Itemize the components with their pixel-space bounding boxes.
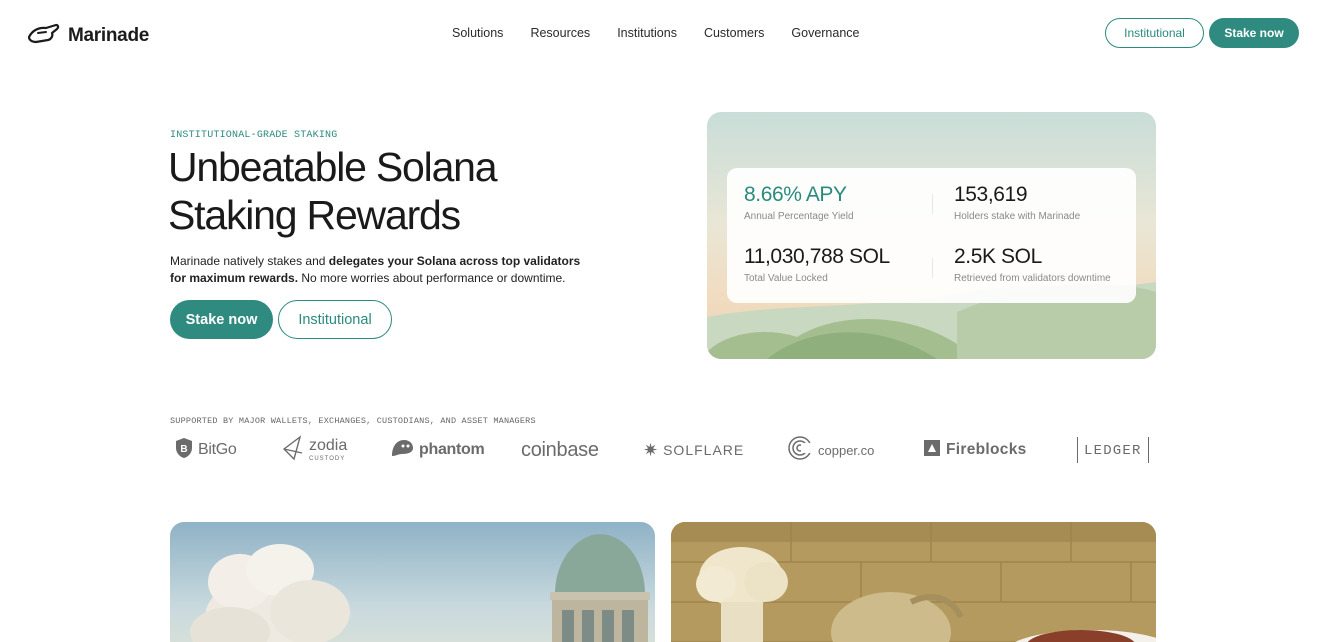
- zodia-subname: CUSTODY: [309, 456, 346, 462]
- nav-stake-now-button[interactable]: Stake now: [1209, 18, 1299, 48]
- partners-caption: SUPPORTED BY MAJOR WALLETS, EXCHANGES, C…: [170, 416, 536, 426]
- top-nav: Marinade Solutions Resources Institution…: [0, 0, 1325, 68]
- stat-tvl-value: 11,030,788 SOL: [744, 245, 890, 268]
- phantom-name: phantom: [419, 441, 485, 458]
- feature-card-chef[interactable]: [671, 522, 1156, 642]
- stat-holders-label: Holders stake with Marinade: [954, 211, 1081, 222]
- coinbase-name: coinbase: [521, 438, 599, 461]
- nav-link-institutions[interactable]: Institutions: [617, 26, 677, 40]
- nav-institutional-button[interactable]: Institutional: [1105, 18, 1204, 48]
- stat-apy-label: Annual Percentage Yield: [744, 211, 854, 222]
- brand-name: Marinade: [68, 24, 150, 46]
- feature-card-sky-dome[interactable]: [170, 522, 655, 642]
- stats-panel: 8.66% APY Annual Percentage Yield 153,61…: [727, 168, 1136, 303]
- phantom-ghost-icon: [390, 438, 414, 463]
- bitgo-name: BitGo: [198, 441, 237, 458]
- partner-phantom: phantom: [390, 434, 485, 466]
- sky-dome-illustration: [170, 522, 655, 642]
- stat-retrieved-label: Retrieved from validators downtime: [954, 273, 1111, 284]
- stat-holders-value: 153,619: [954, 183, 1028, 206]
- bitgo-shield-icon: B: [175, 437, 193, 464]
- partner-logos: B BitGo zodia CUSTODY phantom coinbase ✷…: [170, 434, 1155, 466]
- stat-retrieved-value: 2.5K SOL: [954, 245, 1042, 268]
- nav-link-solutions[interactable]: Solutions: [452, 26, 503, 40]
- ledger-name: LEDGER: [1084, 443, 1142, 459]
- hero-institutional-button[interactable]: Institutional: [278, 300, 392, 339]
- desc-text-2: No more worries about performance or dow…: [298, 271, 566, 285]
- partner-solflare: ✷ SOLFLARE: [643, 434, 744, 466]
- desc-text-1: Marinade natively stakes and: [170, 254, 329, 268]
- stat-tvl-label: Total Value Locked: [744, 273, 828, 284]
- solflare-star-icon: ✷: [643, 439, 659, 460]
- stat-apy-value: 8.66% APY: [744, 183, 847, 206]
- stat-holders: 153,619 Holders stake with Marinade: [954, 183, 1080, 222]
- hero-stake-now-button[interactable]: Stake now: [170, 300, 273, 339]
- nav-links: Solutions Resources Institutions Custome…: [452, 26, 887, 40]
- nav-link-customers[interactable]: Customers: [704, 26, 764, 40]
- stat-apy: 8.66% APY Annual Percentage Yield: [744, 183, 854, 222]
- hero-description: Marinade natively stakes and delegates y…: [170, 253, 590, 287]
- fireblocks-name: Fireblocks: [946, 441, 1027, 458]
- brand-logo[interactable]: Marinade: [26, 21, 149, 50]
- partner-copper: copper.co: [787, 434, 874, 466]
- chef-illustration: [671, 522, 1156, 642]
- solflare-name: SOLFLARE: [663, 442, 745, 458]
- stat-retrieved: 2.5K SOL Retrieved from validators downt…: [954, 245, 1111, 284]
- zodia-triangle-icon: [282, 434, 304, 466]
- ledger-frame-icon: LEDGER: [1077, 437, 1149, 463]
- partner-bitgo: B BitGo: [175, 434, 237, 466]
- partner-zodia: zodia CUSTODY: [282, 434, 347, 466]
- hero-headline: Unbeatable Solana Staking Rewards: [168, 143, 638, 239]
- fireblocks-square-icon: [923, 439, 941, 462]
- copper-circles-icon: [787, 435, 813, 466]
- zodia-wordmark: zodia CUSTODY: [309, 437, 348, 463]
- stat-tvl: 11,030,788 SOL Total Value Locked: [744, 245, 890, 284]
- zodia-name: zodia: [309, 437, 348, 454]
- headline-line-2: Staking Rewards: [168, 192, 461, 238]
- headline-line-1: Unbeatable Solana: [168, 144, 498, 190]
- nav-link-resources[interactable]: Resources: [530, 26, 590, 40]
- nav-link-governance[interactable]: Governance: [791, 26, 859, 40]
- partner-fireblocks: Fireblocks: [923, 434, 1027, 466]
- copper-name: copper.co: [818, 442, 875, 458]
- partner-coinbase: coinbase: [521, 434, 599, 466]
- svg-text:B: B: [180, 444, 187, 455]
- marinade-logo-icon: [26, 21, 62, 50]
- stat-divider: [932, 194, 933, 214]
- partner-ledger: LEDGER: [1077, 434, 1149, 466]
- hero-eyebrow: INSTITUTIONAL-GRADE STAKING: [170, 130, 338, 141]
- stat-divider: [932, 258, 933, 278]
